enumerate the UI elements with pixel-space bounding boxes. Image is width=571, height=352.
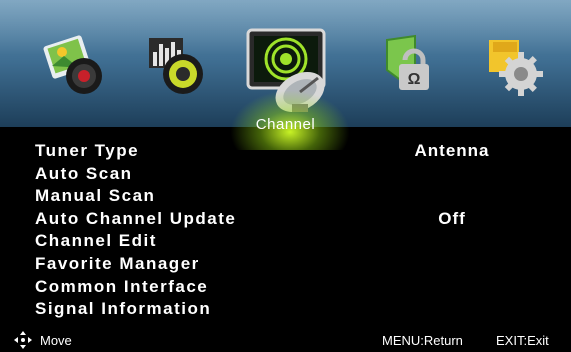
svg-text:Ω: Ω: [408, 71, 421, 88]
menu-item-label: Auto Channel Update: [35, 208, 237, 228]
menu-item-auto-scan[interactable]: Auto Scan: [0, 163, 571, 186]
channel-menu-list: Tuner Type Antenna Auto Scan Manual Scan…: [0, 140, 571, 321]
channel-icon[interactable]: [240, 20, 340, 120]
menu-icon-bar: Ω: [0, 0, 571, 150]
menu-item-label: Manual Scan: [35, 186, 156, 206]
setup-icon[interactable]: [481, 30, 551, 100]
navigate-arrows-icon: [14, 331, 32, 349]
menu-item-label: Common Interface: [35, 276, 209, 296]
menu-return-hint: MENU:Return: [382, 333, 463, 348]
tv-osd-screen: Ω Channel Tuner Type Antenna Auto Scan M…: [0, 0, 571, 352]
menu-item-value: Antenna: [414, 141, 490, 160]
menu-item-label: Auto Scan: [35, 163, 133, 183]
menu-item-common-interface[interactable]: Common Interface: [0, 276, 571, 299]
menu-item-channel-edit[interactable]: Channel Edit: [0, 230, 571, 253]
lock-icon[interactable]: Ω: [375, 30, 445, 100]
move-hint: Move: [40, 333, 72, 348]
menu-item-label: Channel Edit: [35, 231, 157, 251]
menu-item-value: Off: [438, 208, 466, 228]
menu-item-label: Signal Information: [35, 299, 212, 319]
menu-item-favorite-manager[interactable]: Favorite Manager: [0, 253, 571, 276]
menu-item-signal-information[interactable]: Signal Information: [0, 298, 571, 321]
footer-hint-bar: Move MENU:Return EXIT:Exit: [0, 328, 571, 352]
sound-icon[interactable]: [143, 30, 213, 100]
menu-item-label: Tuner Type: [35, 141, 140, 160]
exit-hint: EXIT:Exit: [496, 333, 549, 348]
menu-item-manual-scan[interactable]: Manual Scan: [0, 185, 571, 208]
menu-title: Channel: [255, 116, 316, 133]
picture-icon[interactable]: [42, 30, 112, 100]
menu-item-auto-channel-update[interactable]: Auto Channel Update Off: [0, 208, 571, 231]
menu-item-label: Favorite Manager: [35, 253, 200, 273]
menu-item-tuner-type[interactable]: Tuner Type Antenna: [0, 140, 571, 163]
